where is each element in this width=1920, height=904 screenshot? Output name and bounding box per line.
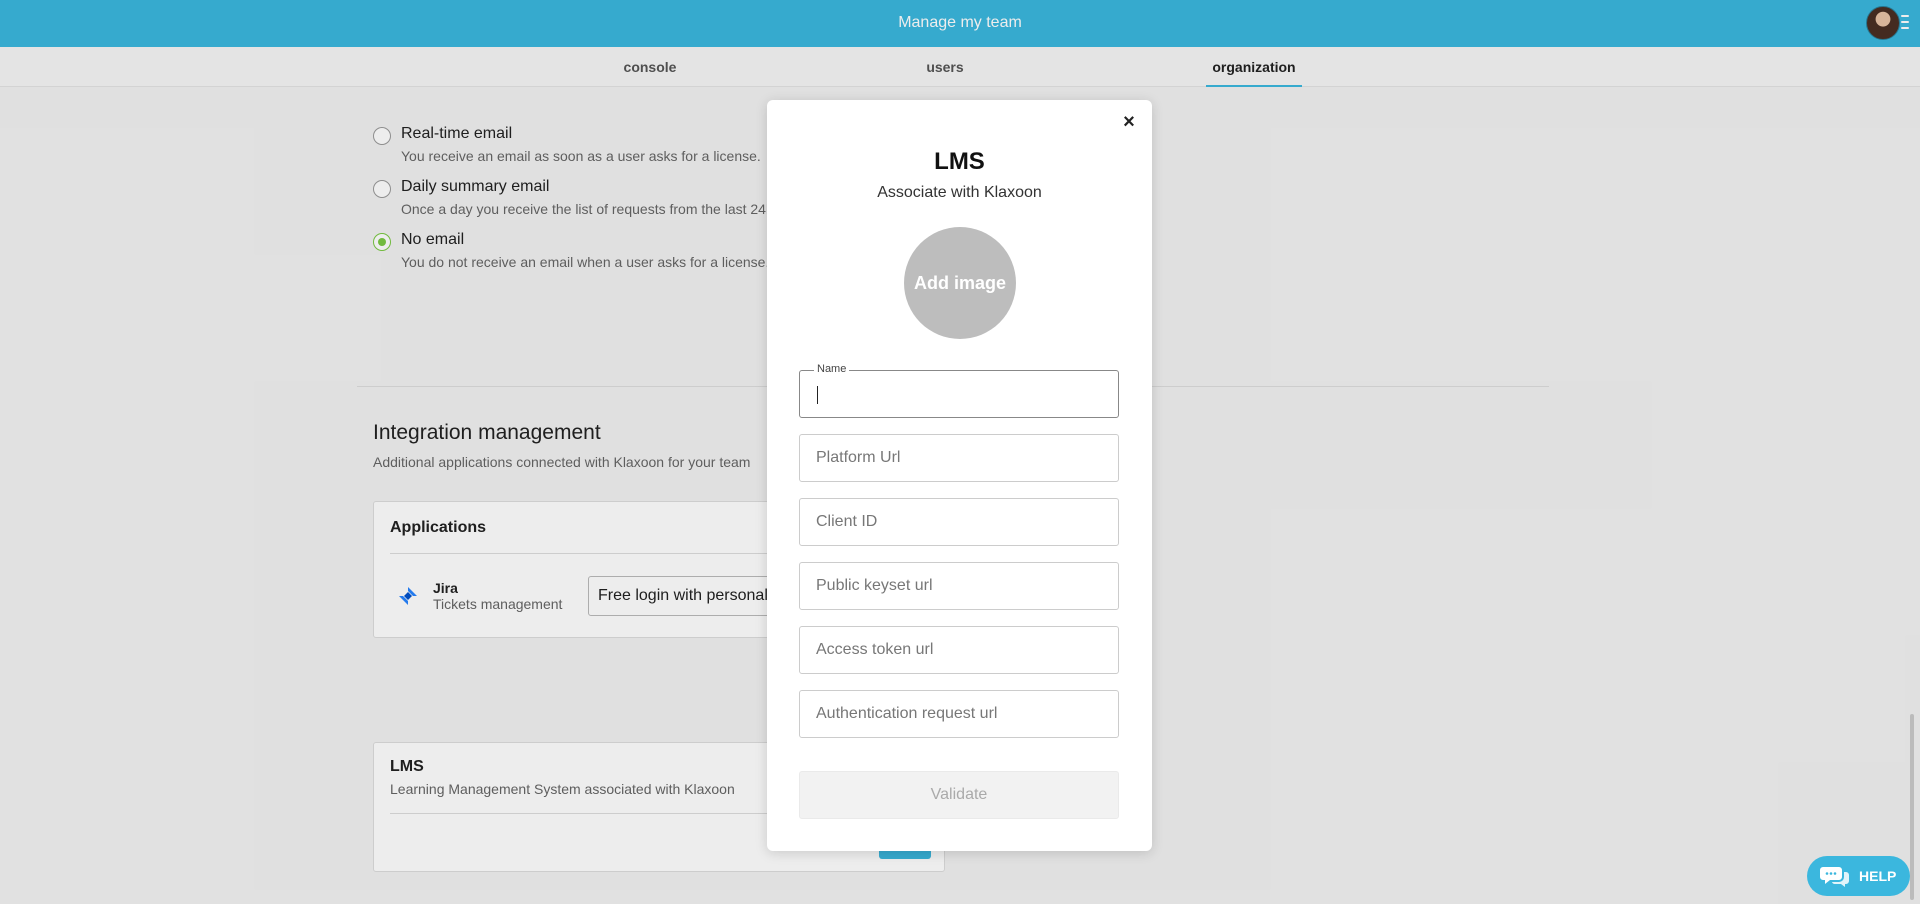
access-token-url-field[interactable]	[799, 626, 1119, 674]
close-icon[interactable]: ×	[1119, 112, 1139, 132]
help-button[interactable]: HELP	[1807, 856, 1910, 896]
access-token-url-input[interactable]	[800, 627, 1118, 673]
name-field-label: Name	[814, 363, 850, 375]
help-label: HELP	[1859, 868, 1897, 884]
auth-request-url-field[interactable]	[799, 690, 1119, 738]
name-field[interactable]: Name	[799, 363, 1119, 418]
add-image-button[interactable]: Add image	[904, 227, 1016, 339]
platform-url-input[interactable]	[800, 435, 1118, 481]
public-keyset-url-field[interactable]	[799, 562, 1119, 610]
auth-request-url-input[interactable]	[800, 691, 1118, 737]
modal-subtitle: Associate with Klaxoon	[877, 184, 1042, 201]
lms-modal: × LMS Associate with Klaxoon Add image N…	[767, 100, 1152, 851]
name-input[interactable]	[800, 371, 1118, 417]
modal-title: LMS	[934, 148, 985, 175]
client-id-field[interactable]	[799, 498, 1119, 546]
platform-url-field[interactable]	[799, 434, 1119, 482]
scrollbar[interactable]	[1910, 714, 1914, 900]
chat-bubble-icon	[1820, 867, 1849, 887]
text-caret	[817, 386, 818, 404]
validate-button[interactable]: Validate	[799, 771, 1119, 819]
client-id-input[interactable]	[800, 499, 1118, 545]
public-keyset-url-input[interactable]	[800, 563, 1118, 609]
